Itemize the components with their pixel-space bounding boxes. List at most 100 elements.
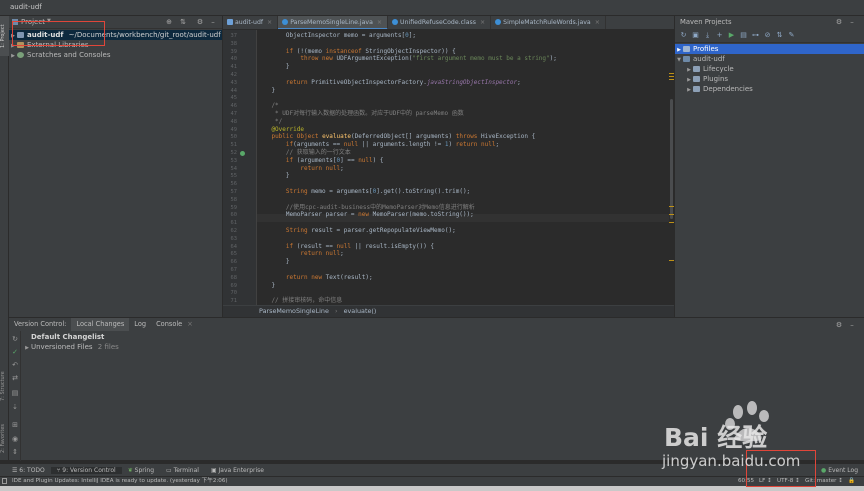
breadcrumb-class[interactable]: ParseMemoSingleLine bbox=[259, 307, 329, 315]
java-enterprise-tool-button[interactable]: ▣ Java Enterprise bbox=[205, 467, 270, 474]
code-line[interactable]: @Override bbox=[257, 126, 304, 134]
editor-scroll-thumb[interactable] bbox=[670, 99, 673, 219]
code-line[interactable]: return PrimitiveObjectInspectorFactory.j… bbox=[257, 79, 521, 87]
tab-parse-memo[interactable]: ParseMemoSingleLine.java × bbox=[278, 16, 389, 29]
code-line[interactable]: public Object evaluate(DeferredObject[] … bbox=[257, 133, 535, 141]
move-icon[interactable]: ⇣ bbox=[11, 403, 19, 411]
maven-item-profiles[interactable]: ▶ Profiles bbox=[675, 44, 864, 54]
lock-icon[interactable]: 🔒 bbox=[848, 477, 855, 486]
spring-tool-button[interactable]: ❦ Spring bbox=[122, 467, 160, 474]
commit-check-icon[interactable]: ✓ bbox=[11, 348, 19, 356]
maven-item-lifecycle[interactable]: ▶ Lifecycle bbox=[675, 64, 864, 74]
shelve-icon[interactable]: ▤ bbox=[11, 389, 19, 397]
hide-icon[interactable]: – bbox=[209, 18, 217, 26]
close-icon[interactable]: × bbox=[595, 19, 600, 26]
close-icon[interactable]: × bbox=[480, 19, 485, 26]
code-line[interactable]: // 获取输入的一行文本 bbox=[257, 149, 351, 157]
code-line[interactable]: if (!(memo instanceof StringObjectInspec… bbox=[257, 48, 456, 56]
code-line[interactable]: return new Text(result); bbox=[257, 274, 373, 282]
locate-icon[interactable]: ⊕ bbox=[165, 18, 173, 26]
breadcrumb-method[interactable]: evaluate() bbox=[344, 307, 377, 315]
hide-icon[interactable]: – bbox=[848, 18, 856, 26]
expand-arrow-icon[interactable]: ▶ bbox=[685, 85, 693, 95]
code-line[interactable]: throw new UDFArgumentException("first ar… bbox=[257, 55, 557, 63]
right-tool-strip[interactable] bbox=[858, 130, 864, 210]
skip-tests-icon[interactable]: ⊘ bbox=[763, 31, 772, 40]
close-icon[interactable]: × bbox=[267, 19, 272, 26]
execute-goal-icon[interactable]: ▤ bbox=[739, 31, 748, 40]
expand-all-icon[interactable]: ⇕ bbox=[11, 448, 19, 456]
toggle-tool-windows-icon[interactable] bbox=[2, 478, 7, 484]
tab-unified-refuse-code[interactable]: UnifiedRefuseCode.class × bbox=[388, 16, 492, 29]
code-line[interactable]: if(arguments == null || arguments.length… bbox=[257, 141, 499, 149]
gear-icon[interactable]: ⚙ bbox=[835, 18, 843, 26]
code-line[interactable]: String memo = arguments[0].get().toStrin… bbox=[257, 188, 470, 196]
changelist-unversioned[interactable]: ▶ Unversioned Files 2 files bbox=[23, 343, 119, 351]
tree-item-external-libraries[interactable]: ▶ External Libraries bbox=[9, 40, 222, 50]
todo-tool-button[interactable]: ☰ 6: TODO bbox=[6, 467, 51, 474]
project-view-selector[interactable]: Project bbox=[21, 18, 45, 26]
code-line[interactable]: } bbox=[257, 282, 275, 290]
code-line[interactable]: return null; bbox=[257, 165, 343, 173]
tab-console[interactable]: Console bbox=[151, 318, 187, 331]
line-separator[interactable]: LF ↕ bbox=[759, 477, 772, 486]
tree-item-scratches[interactable]: ▶ Scratches and Consoles bbox=[9, 50, 222, 60]
tree-item-audit-udf[interactable]: ▶ audit-udf ~/Documents/workbench/git_roo… bbox=[9, 30, 222, 40]
preview-icon[interactable]: ◉ bbox=[11, 435, 19, 443]
code-line[interactable]: * UDF对每行输入数据的处理函数。对应于UDF中的 parseMemo 函数 bbox=[257, 110, 464, 118]
expand-arrow-icon[interactable]: ▶ bbox=[23, 345, 31, 351]
tab-log[interactable]: Log bbox=[129, 318, 151, 331]
gear-icon[interactable]: ⚙ bbox=[835, 321, 843, 329]
terminal-tool-button[interactable]: ▭ Terminal bbox=[160, 467, 205, 474]
file-encoding[interactable]: UTF-8 ↕ bbox=[777, 477, 800, 486]
code-line[interactable]: } bbox=[257, 87, 275, 95]
code-line[interactable]: String result = parser.getRepopulateView… bbox=[257, 227, 456, 235]
run-icon[interactable]: ▶ bbox=[727, 31, 736, 40]
refresh-icon[interactable]: ↻ bbox=[11, 335, 19, 343]
maven-item-audit-udf[interactable]: ▼ audit-udf bbox=[675, 54, 864, 64]
chevron-down-icon[interactable]: ▼ bbox=[47, 18, 51, 24]
tab-audit-udf[interactable]: audit-udf × bbox=[223, 16, 279, 29]
code-line[interactable]: //使用cpc-audit-business中的MemoParser对Memo信… bbox=[257, 204, 475, 212]
close-icon[interactable]: × bbox=[377, 19, 382, 26]
hide-icon[interactable]: – bbox=[848, 321, 856, 329]
tab-local-changes[interactable]: Local Changes bbox=[71, 318, 130, 331]
project-tool-button[interactable]: 1: Project bbox=[0, 16, 9, 56]
code-line[interactable]: } bbox=[257, 258, 290, 266]
git-branch[interactable]: Git: master ↕ bbox=[805, 477, 843, 486]
expand-arrow-icon[interactable]: ▶ bbox=[9, 51, 17, 61]
collapse-all-icon[interactable]: ⇅ bbox=[775, 31, 784, 40]
changelist-default[interactable]: Default Changelist bbox=[31, 333, 104, 341]
code-line[interactable]: if (arguments[0] == null) { bbox=[257, 157, 384, 165]
maven-item-plugins[interactable]: ▶ Plugins bbox=[675, 74, 864, 84]
code-line[interactable]: */ bbox=[257, 118, 282, 126]
download-icon[interactable]: ⤓ bbox=[703, 31, 712, 40]
favorites-tool-button[interactable]: 2: Favorites bbox=[0, 416, 9, 460]
code-line[interactable]: // 拼接审核码，命中信息 bbox=[257, 297, 342, 305]
group-icon[interactable]: ⊞ bbox=[11, 421, 19, 429]
diff-icon[interactable]: ⇄ bbox=[11, 374, 19, 382]
add-icon[interactable]: + bbox=[715, 31, 724, 40]
code-area[interactable]: ObjectInspector memo = arguments[0]; if … bbox=[257, 30, 669, 305]
refresh-icon[interactable]: ↻ bbox=[679, 31, 688, 40]
override-marker-icon[interactable] bbox=[240, 151, 245, 156]
code-line[interactable]: MemoParser parser = new MemoParser(memo.… bbox=[257, 211, 474, 219]
caret-position[interactable]: 60:55 bbox=[738, 477, 754, 486]
code-line[interactable]: } bbox=[257, 63, 290, 71]
rollback-icon[interactable]: ↶ bbox=[11, 361, 19, 369]
collapse-all-icon[interactable]: ⇅ bbox=[179, 18, 187, 26]
toggle-offline-icon[interactable]: ⊶ bbox=[751, 31, 760, 40]
code-line[interactable]: /* bbox=[257, 102, 278, 110]
status-message[interactable]: IDE and Plugin Updates: IntelliJ IDEA is… bbox=[12, 477, 228, 486]
generate-sources-icon[interactable]: ▣ bbox=[691, 31, 700, 40]
code-line[interactable]: if (result == null || result.isEmpty()) … bbox=[257, 243, 434, 251]
gear-icon[interactable]: ⚙ bbox=[196, 18, 204, 26]
wrench-icon[interactable]: ✎ bbox=[787, 31, 796, 40]
tab-simple-match-rule-words[interactable]: SimpleMatchRuleWords.java × bbox=[491, 16, 606, 29]
structure-tool-button[interactable]: 7: Structure bbox=[0, 361, 9, 411]
code-line[interactable]: } bbox=[257, 172, 290, 180]
maven-item-dependencies[interactable]: ▶ Dependencies bbox=[675, 84, 864, 94]
version-control-tool-button[interactable]: ⑂ 9: Version Control bbox=[50, 466, 122, 474]
code-line[interactable]: return null; bbox=[257, 250, 343, 258]
close-icon[interactable]: × bbox=[187, 318, 193, 331]
